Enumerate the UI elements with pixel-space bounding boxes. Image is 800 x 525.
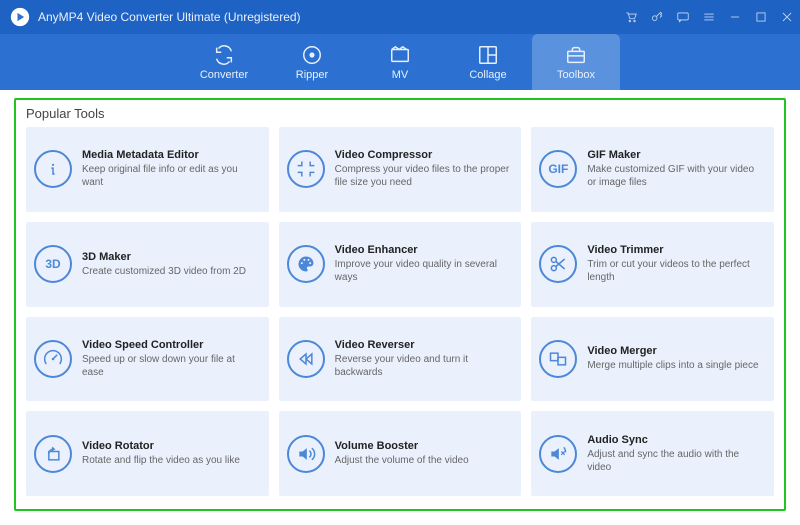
tab-label: Toolbox xyxy=(557,69,595,81)
info-icon xyxy=(34,150,72,188)
tab-label: Converter xyxy=(200,69,248,81)
tool-audio-sync[interactable]: Audio Sync Adjust and sync the audio with… xyxy=(531,411,774,496)
reverse-icon xyxy=(287,340,325,378)
tool-volume-booster[interactable]: Volume Booster Adjust the volume of the v… xyxy=(279,411,522,496)
mv-icon xyxy=(389,44,411,66)
tool-name: Video Compressor xyxy=(335,149,512,161)
panel-title: Popular Tools xyxy=(26,106,774,121)
tab-converter[interactable]: Converter xyxy=(180,34,268,90)
tools-grid: Media Metadata Editor Keep original file … xyxy=(26,127,774,496)
chat-icon[interactable] xyxy=(670,0,696,34)
content-area: Popular Tools Media Metadata Editor Keep … xyxy=(0,90,800,525)
collage-icon xyxy=(477,44,499,66)
main-tabs: Converter Ripper MV Collage Toolbox xyxy=(0,34,800,90)
tool-name: Volume Booster xyxy=(335,440,469,452)
minimize-button[interactable] xyxy=(722,0,748,34)
tools-panel: Popular Tools Media Metadata Editor Keep … xyxy=(14,98,786,511)
tool-name: GIF Maker xyxy=(587,149,764,161)
tab-label: Ripper xyxy=(296,69,328,81)
tab-toolbox[interactable]: Toolbox xyxy=(532,34,620,90)
tool-3d-maker[interactable]: 3D 3D Maker Create customized 3D video fr… xyxy=(26,222,269,307)
scissors-icon xyxy=(539,245,577,283)
cart-icon[interactable] xyxy=(618,0,644,34)
tool-name: Audio Sync xyxy=(587,434,764,446)
tool-desc: Compress your video files to the proper … xyxy=(335,163,512,189)
tab-label: MV xyxy=(392,69,409,81)
tool-name: Video Merger xyxy=(587,345,758,357)
tool-gif-maker[interactable]: GIF GIF Maker Make customized GIF with yo… xyxy=(531,127,774,212)
tool-desc: Merge multiple clips into a single piece xyxy=(587,359,758,372)
menu-icon[interactable] xyxy=(696,0,722,34)
app-title: AnyMP4 Video Converter Ultimate (Unregis… xyxy=(38,10,618,24)
tab-label: Collage xyxy=(469,69,506,81)
rotate-icon xyxy=(34,435,72,473)
tool-video-merger[interactable]: Video Merger Merge multiple clips into a … xyxy=(531,317,774,402)
tab-mv[interactable]: MV xyxy=(356,34,444,90)
tool-video-speed-controller[interactable]: Video Speed Controller Speed up or slow d… xyxy=(26,317,269,402)
volume-icon xyxy=(287,435,325,473)
tool-desc: Adjust the volume of the video xyxy=(335,454,469,467)
titlebar: AnyMP4 Video Converter Ultimate (Unregis… xyxy=(0,0,800,34)
tool-video-compressor[interactable]: Video Compressor Compress your video file… xyxy=(279,127,522,212)
tab-collage[interactable]: Collage xyxy=(444,34,532,90)
tool-desc: Reverse your video and turn it backwards xyxy=(335,353,512,379)
tool-name: Media Metadata Editor xyxy=(82,149,259,161)
tool-video-trimmer[interactable]: Video Trimmer Trim or cut your videos to … xyxy=(531,222,774,307)
tool-desc: Rotate and flip the video as you like xyxy=(82,454,240,467)
tool-desc: Create customized 3D video from 2D xyxy=(82,265,246,278)
converter-icon xyxy=(213,44,235,66)
gif-icon: GIF xyxy=(539,150,577,188)
tool-name: 3D Maker xyxy=(82,251,246,263)
tool-name: Video Rotator xyxy=(82,440,240,452)
tool-desc: Adjust and sync the audio with the video xyxy=(587,448,764,474)
close-button[interactable] xyxy=(774,0,800,34)
tab-ripper[interactable]: Ripper xyxy=(268,34,356,90)
tool-name: Video Speed Controller xyxy=(82,339,259,351)
tool-media-metadata-editor[interactable]: Media Metadata Editor Keep original file … xyxy=(26,127,269,212)
palette-icon xyxy=(287,245,325,283)
key-icon[interactable] xyxy=(644,0,670,34)
tool-desc: Improve your video quality in several wa… xyxy=(335,258,512,284)
tool-desc: Keep original file info or edit as you w… xyxy=(82,163,259,189)
sync-icon xyxy=(539,435,577,473)
maximize-button[interactable] xyxy=(748,0,774,34)
ripper-icon xyxy=(301,44,323,66)
merge-icon xyxy=(539,340,577,378)
3d-icon: 3D xyxy=(34,245,72,283)
tool-video-enhancer[interactable]: Video Enhancer Improve your video quality… xyxy=(279,222,522,307)
toolbox-icon xyxy=(565,44,587,66)
tool-name: Video Reverser xyxy=(335,339,512,351)
tool-name: Video Trimmer xyxy=(587,244,764,256)
app-logo-icon xyxy=(10,7,30,27)
tool-video-rotator[interactable]: Video Rotator Rotate and flip the video a… xyxy=(26,411,269,496)
tool-desc: Make customized GIF with your video or i… xyxy=(587,163,764,189)
tool-desc: Trim or cut your videos to the perfect l… xyxy=(587,258,764,284)
tool-name: Video Enhancer xyxy=(335,244,512,256)
speed-icon xyxy=(34,340,72,378)
tool-desc: Speed up or slow down your file at ease xyxy=(82,353,259,379)
tool-video-reverser[interactable]: Video Reverser Reverse your video and tur… xyxy=(279,317,522,402)
compress-icon xyxy=(287,150,325,188)
